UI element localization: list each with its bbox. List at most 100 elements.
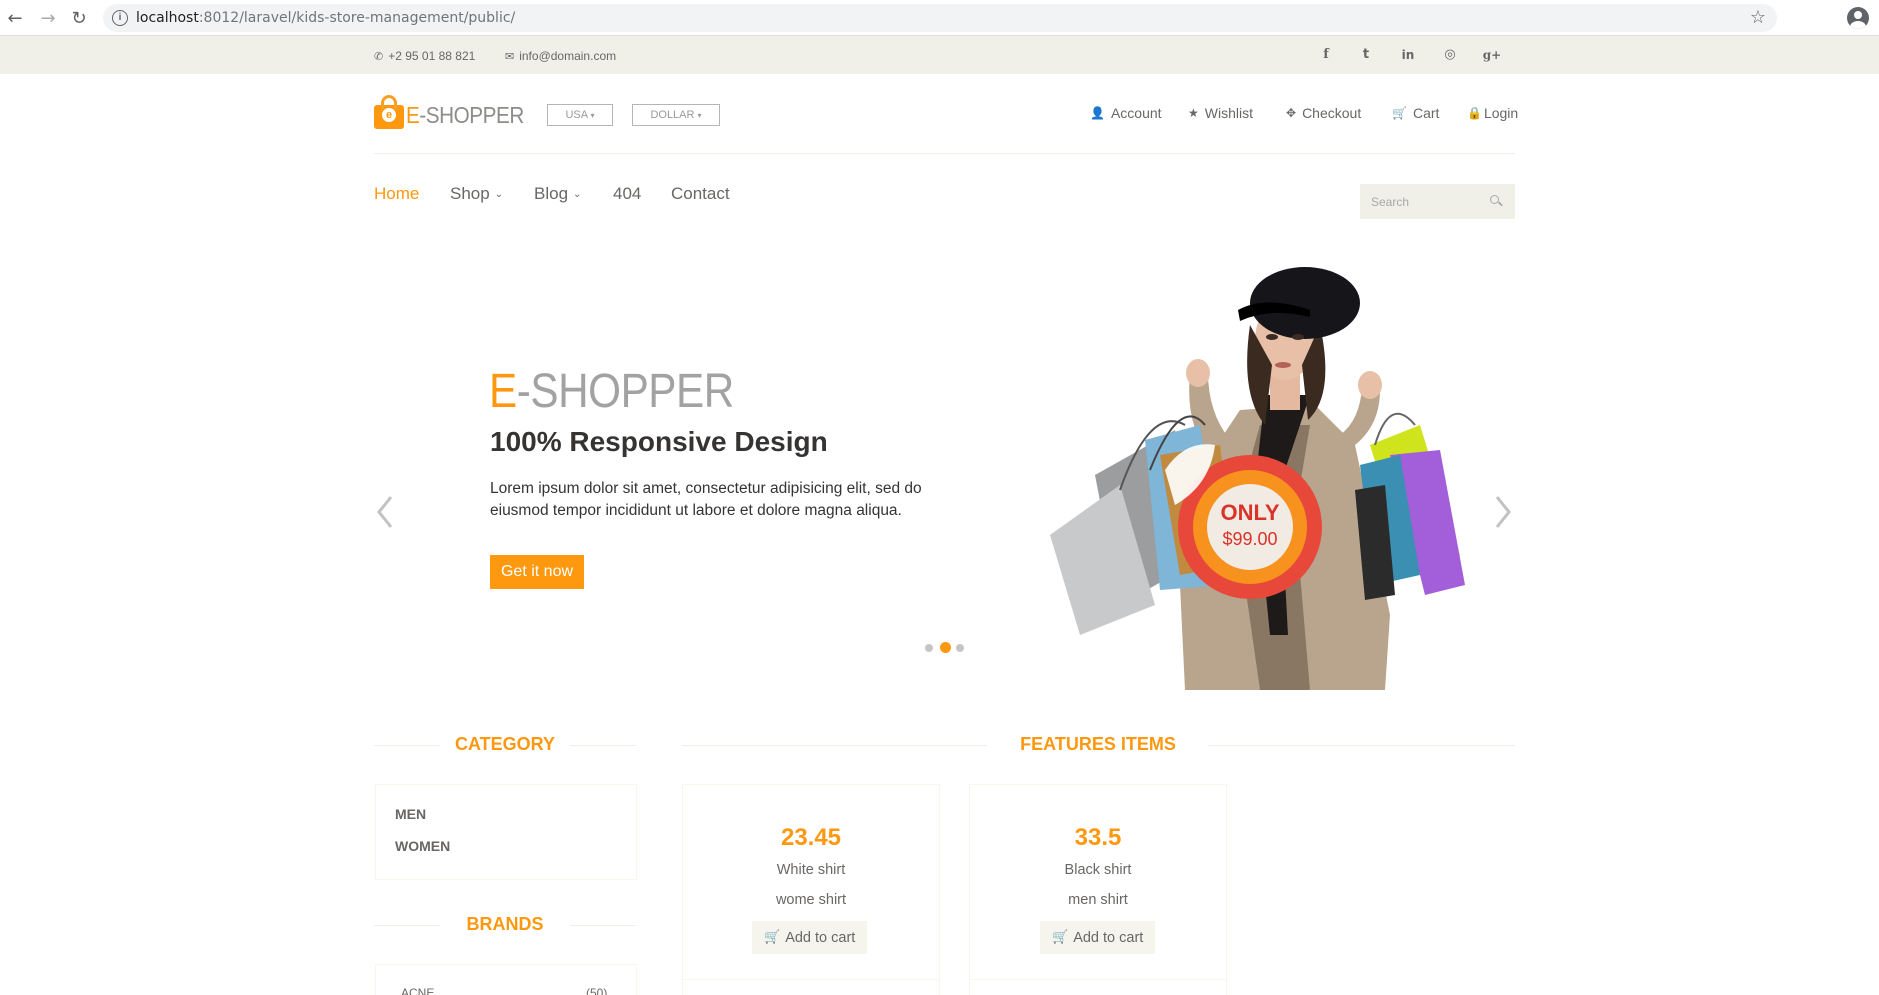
country-label: USA (565, 109, 588, 121)
section-line (374, 745, 440, 746)
product-name[interactable]: Black shirt (970, 862, 1226, 878)
nav-contact[interactable]: Contact (671, 184, 730, 204)
add-to-cart-button[interactable]: 🛒 Add to cart (752, 921, 868, 954)
features-title: FEATURES ITEMS (1020, 734, 1176, 754)
card-footer-divider (683, 979, 939, 980)
slider-dot-active[interactable] (940, 642, 951, 653)
product-description: men shirt (1068, 892, 1128, 908)
caret-down-icon: ▾ (697, 111, 702, 120)
brand-item-count: (50) (586, 986, 608, 995)
chevron-left-icon (377, 496, 393, 528)
cart-label: Cart (1412, 105, 1440, 121)
logo-text: E-SHOPPER (406, 102, 524, 129)
site-logo[interactable]: e E-SHOPPER (374, 95, 537, 129)
logo-e: E (406, 102, 420, 128)
logo-rest: -SHOPPER (419, 102, 524, 128)
slide-subtitle: 100% Responsive Design (490, 426, 828, 457)
section-line (570, 925, 636, 926)
slider-dot[interactable] (925, 644, 933, 652)
phone-contact[interactable]: ✆ +2 95 01 88 821 (374, 49, 475, 63)
wishlist-link[interactable]: ★ Wishlist (1188, 105, 1253, 121)
country-dropdown[interactable]: USA ▾ (547, 104, 613, 126)
login-label: Login (1483, 105, 1519, 121)
nav-404[interactable]: 404 (613, 184, 641, 204)
add-to-cart-label: Add to cart (1073, 929, 1144, 946)
dribbble-icon[interactable]: ◎ (1440, 45, 1460, 65)
email-contact[interactable]: ✉ info@domain.com (505, 49, 616, 63)
logo-letter: e (382, 108, 396, 122)
product-price: 23.45 (780, 824, 842, 851)
login-link[interactable]: 🔒 Login (1467, 105, 1518, 121)
url-path: :8012/laravel/kids-store-management/publ… (198, 10, 516, 26)
nav-home[interactable]: Home (374, 184, 419, 204)
caret-down-icon: ▾ (590, 111, 595, 120)
bookmark-star-icon[interactable]: ☆ (1750, 7, 1766, 28)
user-icon: 👤 (1090, 106, 1105, 120)
category-item-men[interactable]: MEN (395, 806, 426, 822)
product-price: 33.5 (1074, 824, 1122, 851)
profile-avatar-icon[interactable] (1847, 7, 1869, 29)
slide-title-e: E (489, 365, 517, 418)
add-to-cart-button[interactable]: 🛒 Add to cart (1040, 921, 1156, 954)
slide-description: Lorem ipsum dolor sit amet, consectetur … (490, 480, 922, 519)
checkout-label: Checkout (1302, 105, 1362, 121)
browser-toolbar: ← → ↻ i localhost:8012/laravel/kids-stor… (0, 0, 1879, 36)
crosshairs-icon: ✥ (1286, 106, 1297, 120)
hero-model-image: ONLY $99.00 (1010, 255, 1505, 690)
slide-title: E-SHOPPER (489, 364, 734, 419)
product-card: 23.45 White shirt wome shirt 🛒 Add to ca… (682, 784, 940, 995)
shopping-bag-logo-icon: e (374, 95, 404, 129)
header-divider (374, 153, 1515, 154)
email-address: info@domain.com (519, 49, 617, 63)
site-info-icon[interactable]: i (112, 10, 128, 26)
star-icon: ★ (1188, 106, 1199, 120)
brands-title: BRANDS (466, 914, 544, 934)
card-footer-divider (970, 979, 1226, 980)
twitter-icon[interactable]: t (1356, 45, 1376, 65)
category-panel (375, 784, 637, 880)
facebook-icon[interactable]: f (1316, 45, 1336, 65)
url-host: localhost (136, 10, 199, 26)
product-description: wome shirt (775, 892, 847, 908)
reload-icon[interactable]: ↻ (68, 7, 90, 29)
checkout-link[interactable]: ✥ Checkout (1286, 105, 1361, 121)
back-arrow-icon[interactable]: ← (4, 7, 26, 29)
nav-blog-label: Blog (534, 184, 569, 203)
category-title: CATEGORY (454, 734, 555, 754)
url-text[interactable]: localhost:8012/laravel/kids-store-manage… (136, 10, 515, 26)
section-line (1208, 745, 1515, 746)
slider-dot[interactable] (956, 644, 964, 652)
currency-dropdown[interactable]: DOLLAR ▾ (632, 104, 720, 126)
product-name[interactable]: White shirt (683, 862, 939, 878)
section-line (374, 925, 440, 926)
slider-prev-arrow[interactable] (376, 494, 394, 530)
section-line (570, 745, 636, 746)
section-line (682, 745, 987, 746)
nav-blog[interactable]: Blog ⌄ (534, 184, 581, 204)
cart-link[interactable]: 🛒 Cart (1392, 105, 1439, 121)
account-label: Account (1110, 105, 1162, 121)
linkedin-icon[interactable]: in (1398, 45, 1418, 65)
product-card: 33.5 Black shirt men shirt 🛒 Add to cart (969, 784, 1227, 995)
shopping-cart-icon: 🛒 (764, 930, 781, 945)
search-icon[interactable] (1490, 195, 1503, 207)
shopping-cart-icon: 🛒 (1052, 930, 1069, 945)
slide-title-rest: -SHOPPER (516, 365, 735, 418)
nav-shop[interactable]: Shop ⌄ (450, 184, 503, 204)
top-contact-bar (0, 36, 1879, 74)
chevron-down-icon: ⌄ (573, 188, 582, 200)
wishlist-label: Wishlist (1204, 105, 1253, 121)
badge-price-text: $99.00 (1222, 529, 1277, 549)
lock-icon: 🔒 (1467, 106, 1482, 120)
category-item-women[interactable]: WOMEN (395, 838, 450, 854)
nav-shop-label: Shop (450, 184, 490, 203)
address-bar[interactable]: i localhost:8012/laravel/kids-store-mana… (103, 4, 1777, 32)
currency-label: DOLLAR (650, 109, 695, 121)
brand-item-name[interactable]: ACNE (401, 986, 434, 995)
envelope-icon: ✉ (505, 49, 515, 63)
google-plus-icon[interactable]: g+ (1482, 45, 1502, 65)
phone-icon: ✆ (374, 49, 384, 63)
get-it-now-button[interactable]: Get it now (490, 555, 584, 589)
account-link[interactable]: 👤 Account (1090, 105, 1162, 121)
forward-arrow-icon[interactable]: → (37, 7, 59, 29)
